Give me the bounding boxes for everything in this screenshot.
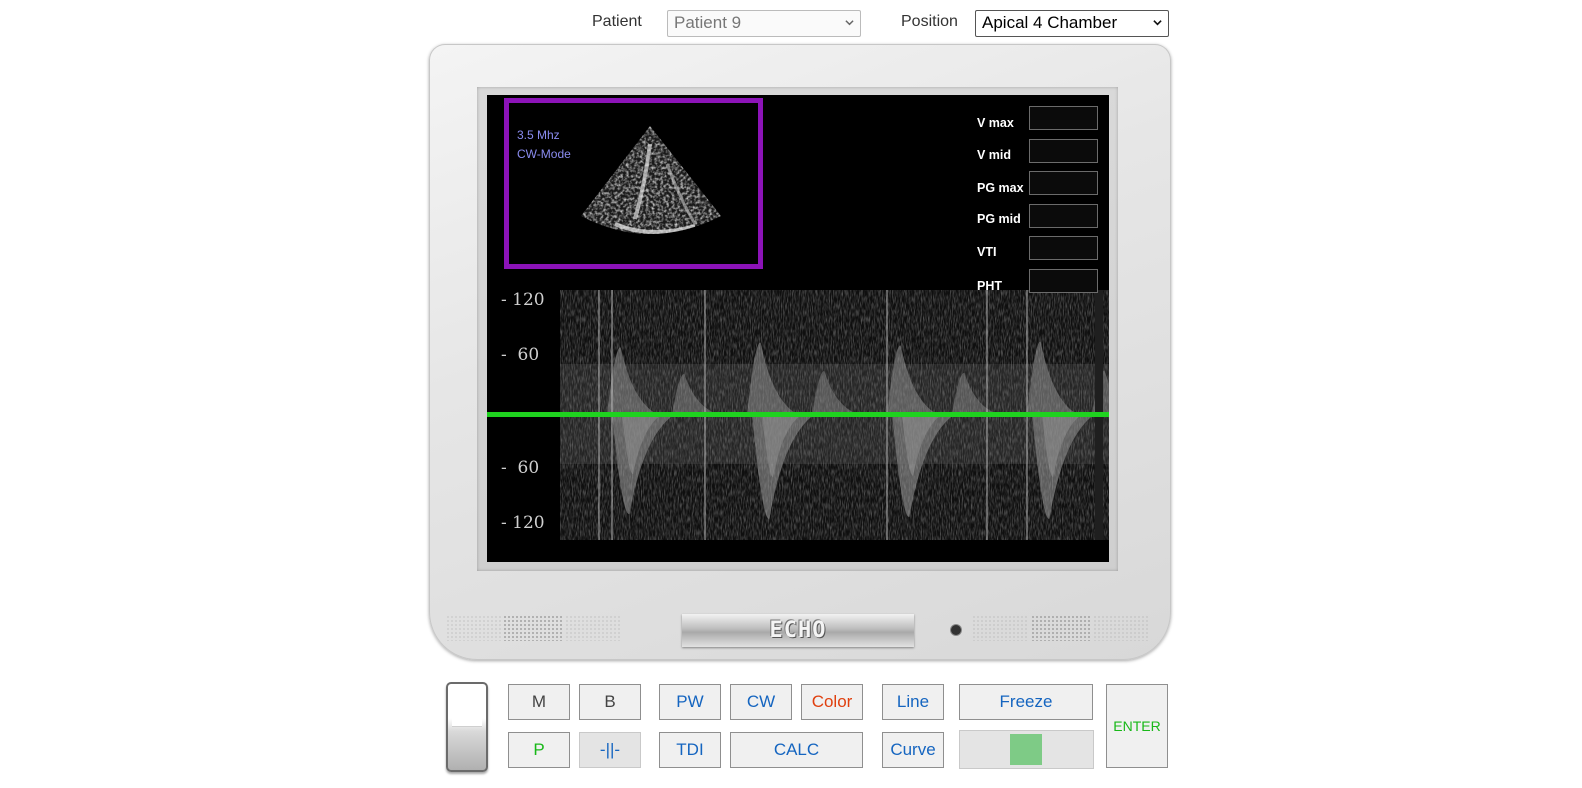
brand-logo: ECHO [769, 618, 827, 643]
vti-label: VTI [977, 245, 997, 259]
sector-scan-image [581, 126, 721, 234]
speaker-grille-right [1031, 615, 1091, 641]
curve-button[interactable]: Curve [882, 732, 944, 768]
pgmax-label: PG max [977, 181, 1024, 195]
speaker-grille-left-outer [446, 615, 501, 641]
axis-tick-top-120: - 120 [501, 290, 545, 310]
pht-label: PHT [977, 279, 1002, 293]
patient-select-value: Patient 9 [674, 13, 742, 32]
mode-label: CW-Mode [517, 147, 571, 161]
doppler-baseline[interactable] [487, 412, 1109, 417]
vmax-field[interactable] [1029, 106, 1098, 130]
cw-button[interactable]: CW [730, 684, 792, 720]
pgmid-field[interactable] [1029, 204, 1098, 228]
vti-field[interactable] [1029, 236, 1098, 260]
b-mode-button[interactable]: B [579, 684, 641, 720]
chevron-down-icon [1153, 20, 1162, 26]
brand-plate: ECHO [682, 614, 914, 647]
freeze-button[interactable]: Freeze [959, 684, 1093, 720]
chevron-down-icon [845, 20, 854, 26]
power-toggle-switch[interactable] [446, 682, 488, 772]
calc-button[interactable]: CALC [730, 732, 863, 768]
position-select[interactable]: Apical 4 Chamber [975, 10, 1169, 37]
patient-label: Patient [592, 13, 642, 30]
color-button[interactable]: Color [801, 684, 863, 720]
speaker-grille-right-outer [1093, 615, 1148, 641]
pgmax-field[interactable] [1029, 171, 1098, 195]
p-button[interactable]: P [508, 732, 570, 768]
speaker-grille-right-inner [972, 615, 1027, 641]
vmid-label: V mid [977, 148, 1012, 162]
power-led [951, 625, 961, 635]
patient-select[interactable]: Patient 9 [667, 10, 861, 37]
axis-tick-bottom-120: - 120 [501, 513, 545, 533]
enter-button[interactable]: ENTER [1106, 684, 1168, 768]
pht-field[interactable] [1029, 269, 1098, 293]
gain-slider-handle[interactable] [1010, 734, 1042, 765]
speaker-grille-left-inner [565, 615, 620, 641]
split-button[interactable]: -||- [579, 732, 641, 768]
frequency-label: 3.5 Mhz [517, 128, 560, 142]
speaker-grille-left [503, 615, 563, 641]
tdi-button[interactable]: TDI [659, 732, 721, 768]
m-mode-button[interactable]: M [508, 684, 570, 720]
line-button[interactable]: Line [882, 684, 944, 720]
pgmid-label: PG mid [977, 212, 1021, 226]
pw-button[interactable]: PW [659, 684, 721, 720]
axis-tick-top-60: - 60 [501, 345, 540, 365]
position-label: Position [901, 13, 958, 30]
vmax-label: V max [977, 116, 1014, 130]
axis-tick-bottom-60: - 60 [501, 458, 540, 478]
vmid-field[interactable] [1029, 139, 1098, 163]
position-select-value: Apical 4 Chamber [982, 13, 1118, 32]
